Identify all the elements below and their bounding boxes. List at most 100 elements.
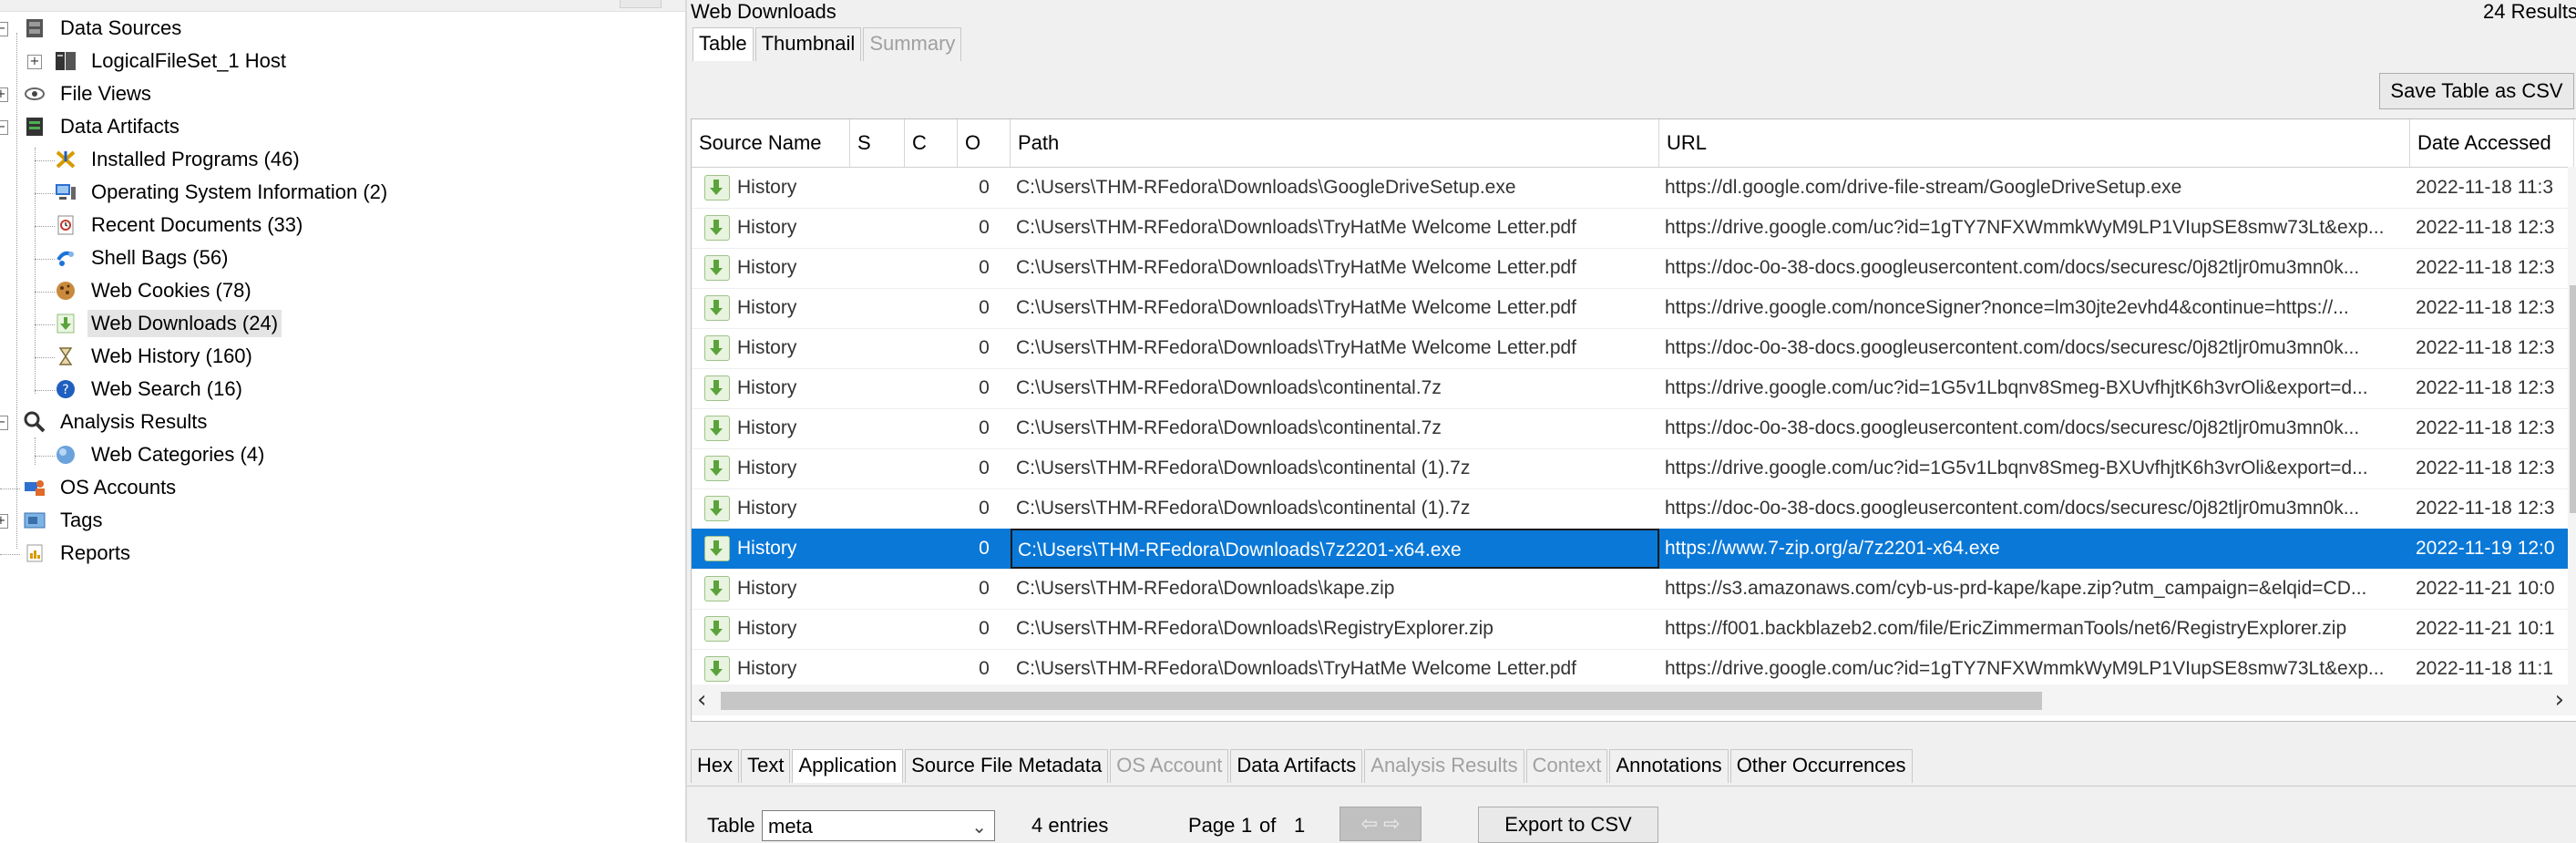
tree-item-os-accounts[interactable]: OS Accounts (22, 471, 180, 504)
tree-item-installed-programs[interactable]: Installed Programs (46) (53, 143, 303, 176)
table-row[interactable]: History 0 C:\Users\THM-RFedora\Downloads\c… (692, 448, 2576, 489)
column-header-source-name[interactable]: Source Name (692, 119, 850, 167)
table-row[interactable]: History 0 C:\Users\THM-RFedora\Downloads\T… (692, 248, 2576, 289)
tree-item-shell-bags[interactable]: Shell Bags (56) (53, 242, 231, 274)
table-row[interactable]: History 0 C:\Users\THM-RFedora\Downloads\G… (692, 168, 2576, 209)
cell-date-accessed[interactable]: 2022-11-18 12:3 (2410, 288, 2574, 328)
cell-path[interactable]: C:\Users\THM-RFedora\Downloads\TryHatMe … (1011, 649, 1659, 689)
cell-c[interactable] (905, 368, 958, 408)
cell-o[interactable]: 0 (958, 328, 1011, 368)
cell-c[interactable] (905, 288, 958, 328)
cell-date-accessed[interactable]: 2022-11-19 12:0 (2410, 529, 2574, 569)
export-csv-button[interactable]: Export to CSV (1478, 807, 1658, 843)
scroll-left-arrow-icon[interactable]: ‹ (697, 686, 706, 714)
tree-item-logicalfileset-host[interactable]: LogicalFileSet_1 Host (53, 45, 290, 77)
cell-s[interactable] (850, 609, 905, 649)
table-row[interactable]: History 0 C:\Users\THM-RFedora\Downloads\T… (692, 328, 2576, 369)
cell-url[interactable]: https://doc-0o-38-docs.googleusercontent… (1659, 408, 2410, 448)
tab-hex[interactable]: Hex (691, 749, 740, 783)
column-header-s[interactable]: S (850, 119, 905, 167)
cell-date-accessed[interactable]: 2022-11-18 12:3 (2410, 328, 2574, 368)
cell-o[interactable]: 0 (958, 288, 1011, 328)
column-header-c[interactable]: C (905, 119, 958, 167)
table-row[interactable]: History 0 C:\Users\THM-RFedora\Downloads\c… (692, 408, 2576, 449)
cell-s[interactable] (850, 208, 905, 248)
cell-source-name[interactable]: History (692, 288, 850, 328)
cell-s[interactable] (850, 448, 905, 488)
tree-item-file-views[interactable]: File Views (22, 77, 155, 110)
cell-url[interactable]: https://doc-0o-38-docs.googleusercontent… (1659, 488, 2410, 529)
scroll-right-arrow-icon[interactable]: › (2555, 686, 2564, 714)
cell-o[interactable]: 0 (958, 408, 1011, 448)
cell-o[interactable]: 0 (958, 649, 1011, 689)
horizontal-scroll-thumb[interactable] (721, 692, 2042, 710)
cell-s[interactable] (850, 408, 905, 448)
horizontal-scrollbar[interactable]: ‹ › (692, 684, 2576, 715)
tab-summary[interactable]: Summary (863, 27, 962, 61)
expander-logicalfileset[interactable]: + (27, 55, 42, 69)
cell-source-name[interactable]: History (692, 529, 850, 569)
cell-date-accessed[interactable]: 2022-11-18 12:3 (2410, 208, 2574, 248)
cell-url[interactable]: https://f001.backblazeb2.com/file/EricZi… (1659, 609, 2410, 649)
cell-path[interactable]: C:\Users\THM-RFedora\Downloads\GoogleDri… (1011, 168, 1659, 208)
tree-header-nub[interactable] (620, 0, 662, 8)
cell-source-name[interactable]: History (692, 649, 850, 689)
cell-c[interactable] (905, 168, 958, 208)
cell-o[interactable]: 0 (958, 368, 1011, 408)
vertical-scrollbar[interactable] (2568, 167, 2576, 684)
cell-path[interactable]: C:\Users\THM-RFedora\Downloads\kape.zip (1011, 569, 1659, 609)
tab-context[interactable]: Context (1525, 749, 1608, 783)
tab-text[interactable]: Text (741, 749, 791, 783)
cell-date-accessed[interactable]: 2022-11-21 10:0 (2410, 569, 2574, 609)
cell-source-name[interactable]: History (692, 248, 850, 288)
table-row[interactable]: History 0 C:\Users\THM-RFedora\Downloads\k… (692, 569, 2576, 610)
tab-annotations[interactable]: Annotations (1609, 749, 1729, 783)
tree-item-data-sources[interactable]: Data Sources (22, 12, 185, 45)
cell-source-name[interactable]: History (692, 408, 850, 448)
expander-analysis-results[interactable]: − (0, 416, 8, 430)
cell-url[interactable]: https://drive.google.com/uc?id=1G5v1Lbqn… (1659, 448, 2410, 488)
cell-o[interactable]: 0 (958, 448, 1011, 488)
cell-path[interactable]: C:\Users\THM-RFedora\Downloads\7z2201-x6… (1011, 529, 1659, 569)
cell-c[interactable] (905, 529, 958, 569)
tab-thumbnail[interactable]: Thumbnail (754, 27, 862, 61)
cell-url[interactable]: https://drive.google.com/uc?id=1G5v1Lbqn… (1659, 368, 2410, 408)
tab-table[interactable]: Table (693, 27, 754, 61)
page-nav-buttons[interactable]: ⇦ ⇨ (1339, 807, 1421, 841)
cell-source-name[interactable]: History (692, 488, 850, 529)
cell-source-name[interactable]: History (692, 168, 850, 208)
cell-o[interactable]: 0 (958, 529, 1011, 569)
tree-item-web-history[interactable]: Web History (160) (53, 340, 256, 373)
tree-item-tags[interactable]: Tags (22, 504, 106, 537)
cell-path[interactable]: C:\Users\THM-RFedora\Downloads\TryHatMe … (1011, 248, 1659, 288)
cell-c[interactable] (905, 328, 958, 368)
cell-date-accessed[interactable]: 2022-11-18 12:3 (2410, 408, 2574, 448)
cell-path[interactable]: C:\Users\THM-RFedora\Downloads\continent… (1011, 488, 1659, 529)
table-select[interactable]: meta ⌄ (762, 810, 995, 841)
cell-date-accessed[interactable]: 2022-11-18 12:3 (2410, 488, 2574, 529)
cell-path[interactable]: C:\Users\THM-RFedora\Downloads\continent… (1011, 448, 1659, 488)
save-table-csv-button[interactable]: Save Table as CSV (2379, 73, 2574, 109)
cell-date-accessed[interactable]: 2022-11-18 11:1 (2410, 649, 2574, 689)
cell-s[interactable] (850, 569, 905, 609)
cell-source-name[interactable]: History (692, 208, 850, 248)
cell-o[interactable]: 0 (958, 248, 1011, 288)
tab-other-occurrences[interactable]: Other Occurrences (1729, 749, 1913, 783)
cell-o[interactable]: 0 (958, 569, 1011, 609)
table-row[interactable]: History 0 C:\Users\THM-RFedora\Downloads\T… (692, 288, 2576, 329)
tree-item-web-search[interactable]: ? Web Search (16) (53, 373, 246, 406)
table-row[interactable]: History 0 C:\Users\THM-RFedora\Downloads\c… (692, 368, 2576, 409)
cell-s[interactable] (850, 488, 905, 529)
cell-source-name[interactable]: History (692, 368, 850, 408)
tree-item-web-downloads[interactable]: Web Downloads (24) (53, 307, 282, 340)
cell-s[interactable] (850, 288, 905, 328)
cell-url[interactable]: https://drive.google.com/uc?id=1gTY7NFXW… (1659, 649, 2410, 689)
column-header-date-accessed[interactable]: Date Accessed (2410, 119, 2574, 167)
expander-file-views[interactable]: + (0, 87, 8, 102)
table-row[interactable]: History 0 C:\Users\THM-RFedora\Downloads\7… (692, 529, 2576, 570)
cell-s[interactable] (850, 328, 905, 368)
cell-url[interactable]: https://www.7-zip.org/a/7z2201-x64.exe (1659, 529, 2410, 569)
cell-path[interactable]: C:\Users\THM-RFedora\Downloads\TryHatMe … (1011, 208, 1659, 248)
table-row[interactable]: History 0 C:\Users\THM-RFedora\Downloads\R… (692, 609, 2576, 650)
cell-url[interactable]: https://drive.google.com/nonceSigner?non… (1659, 288, 2410, 328)
